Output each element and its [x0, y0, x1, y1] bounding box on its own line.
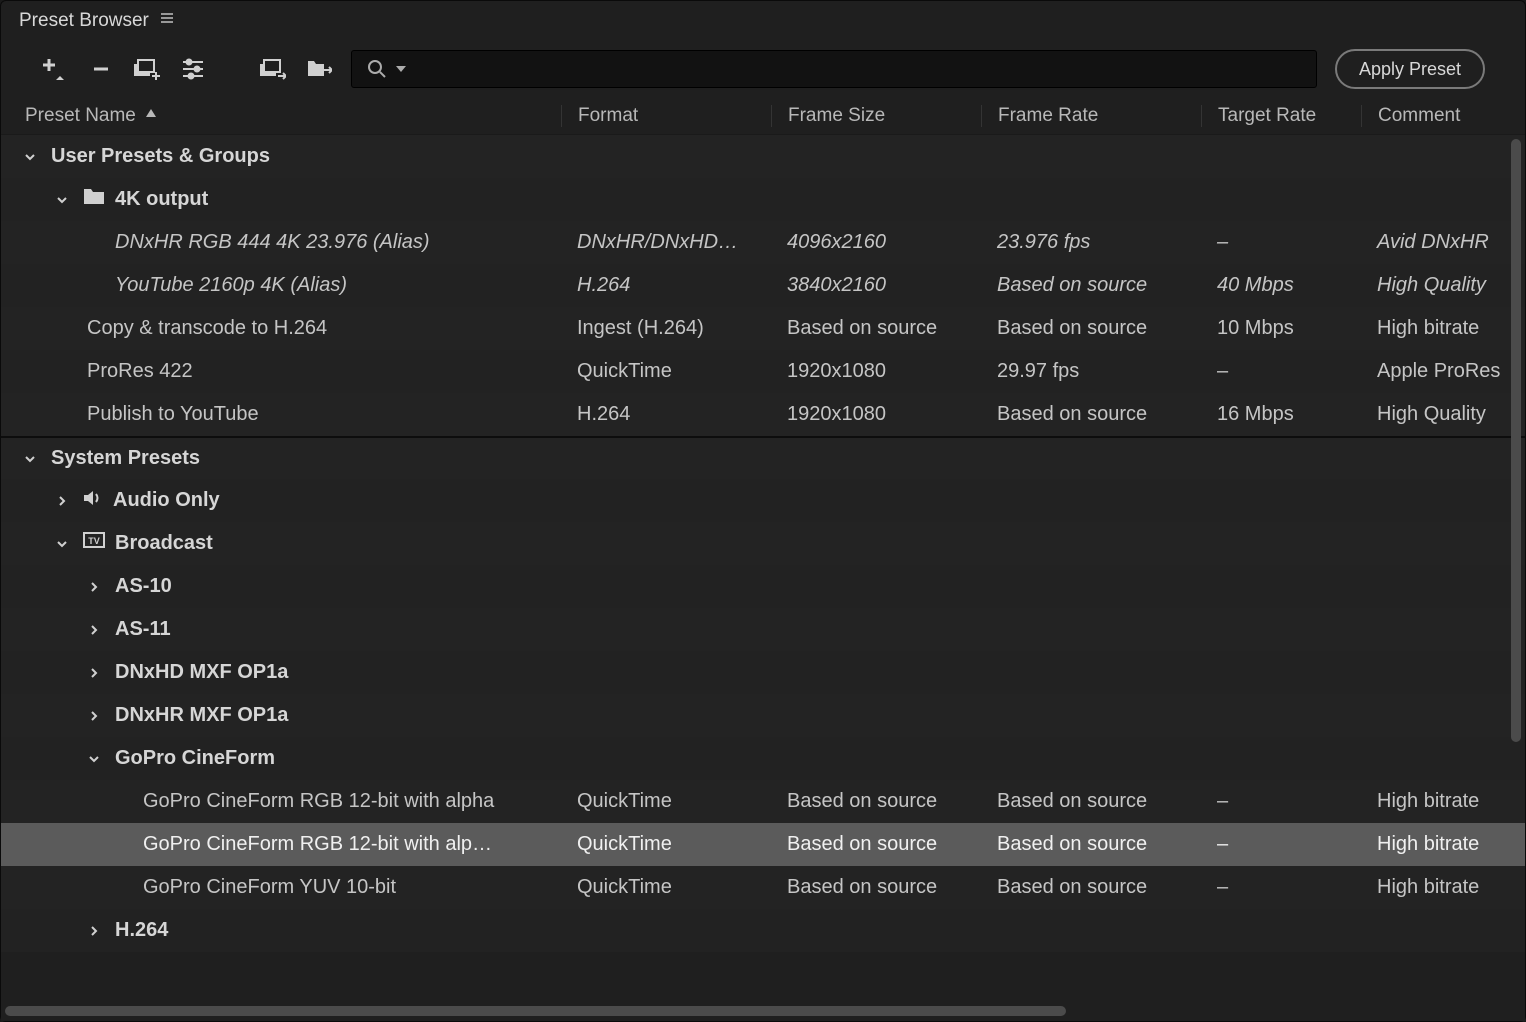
group-as10[interactable]: AS-10: [1, 565, 1525, 608]
chevron-right-icon[interactable]: [83, 920, 105, 942]
chevron-down-icon[interactable]: [19, 448, 41, 470]
chevron-down-icon[interactable]: [83, 748, 105, 770]
chevron-down-icon[interactable]: [51, 189, 73, 211]
preset-row-selected[interactable]: GoPro CineForm RGB 12-bit with alp… Quic…: [1, 823, 1525, 866]
column-format[interactable]: Format: [561, 105, 771, 127]
panel-title: Preset Browser: [19, 10, 149, 32]
chevron-right-icon[interactable]: [83, 662, 105, 684]
group-as11[interactable]: AS-11: [1, 608, 1525, 651]
folder-icon: [83, 188, 105, 212]
sort-asc-icon: [144, 105, 158, 127]
chevron-down-icon[interactable]: [51, 533, 73, 555]
tv-icon: TV: [83, 532, 105, 556]
column-frame-rate[interactable]: Frame Rate: [981, 105, 1201, 127]
panel-menu-icon[interactable]: [159, 10, 175, 32]
remove-preset-icon[interactable]: [87, 55, 115, 83]
group-audio-only[interactable]: Audio Only: [1, 479, 1525, 522]
settings-icon[interactable]: [179, 55, 207, 83]
preset-row[interactable]: YouTube 2160p 4K (Alias) H.264 3840x2160…: [1, 264, 1525, 307]
preset-row[interactable]: GoPro CineForm RGB 12-bit with alpha Qui…: [1, 780, 1525, 823]
preset-row[interactable]: ProRes 422 QuickTime 1920x1080 29.97 fps…: [1, 350, 1525, 393]
toolbar: Apply Preset: [1, 41, 1525, 97]
speaker-icon: [83, 489, 103, 513]
group-broadcast[interactable]: TV Broadcast: [1, 522, 1525, 565]
horizontal-scrollbar[interactable]: [1, 1005, 1525, 1021]
svg-text:TV: TV: [88, 536, 100, 546]
chevron-right-icon[interactable]: [83, 705, 105, 727]
add-preset-icon[interactable]: [41, 55, 69, 83]
preset-tree: User Presets & Groups 4K output DNxHR RG…: [1, 135, 1525, 1005]
group-dnxhd[interactable]: DNxHD MXF OP1a: [1, 651, 1525, 694]
search-input[interactable]: [351, 50, 1317, 88]
chevron-right-icon[interactable]: [83, 576, 105, 598]
vertical-scrollbar[interactable]: [1511, 139, 1521, 1001]
column-frame-size[interactable]: Frame Size: [771, 105, 981, 127]
preset-row[interactable]: GoPro CineForm YUV 10-bit QuickTime Base…: [1, 866, 1525, 909]
search-text[interactable]: [414, 59, 1302, 79]
panel-header: Preset Browser: [1, 1, 1525, 41]
group-user-presets[interactable]: User Presets & Groups: [1, 135, 1525, 178]
column-preset-name[interactable]: Preset Name: [1, 105, 561, 127]
group-dnxhr[interactable]: DNxHR MXF OP1a: [1, 694, 1525, 737]
group-h264[interactable]: H.264: [1, 909, 1525, 952]
import-preset-icon[interactable]: [259, 55, 287, 83]
export-preset-icon[interactable]: [305, 55, 333, 83]
group-system-presets[interactable]: System Presets: [1, 436, 1525, 479]
apply-preset-button[interactable]: Apply Preset: [1335, 49, 1485, 89]
column-headers: Preset Name Format Frame Size Frame Rate…: [1, 97, 1525, 135]
column-target-rate[interactable]: Target Rate: [1201, 105, 1361, 127]
preset-browser-panel: Preset Browser: [0, 0, 1526, 1022]
scrollbar-thumb[interactable]: [5, 1006, 1066, 1016]
preset-row[interactable]: DNxHR RGB 444 4K 23.976 (Alias) DNxHR/DN…: [1, 221, 1525, 264]
chevron-down-icon[interactable]: [19, 146, 41, 168]
preset-row[interactable]: Copy & transcode to H.264 Ingest (H.264)…: [1, 307, 1525, 350]
chevron-right-icon[interactable]: [51, 490, 73, 512]
preset-row[interactable]: Publish to YouTube H.264 1920x1080 Based…: [1, 393, 1525, 436]
new-group-icon[interactable]: [133, 55, 161, 83]
folder-4k-output[interactable]: 4K output: [1, 178, 1525, 221]
column-comment[interactable]: Comment: [1361, 105, 1525, 127]
chevron-right-icon[interactable]: [83, 619, 105, 641]
group-gopro[interactable]: GoPro CineForm: [1, 737, 1525, 780]
scrollbar-thumb[interactable]: [1511, 139, 1521, 742]
